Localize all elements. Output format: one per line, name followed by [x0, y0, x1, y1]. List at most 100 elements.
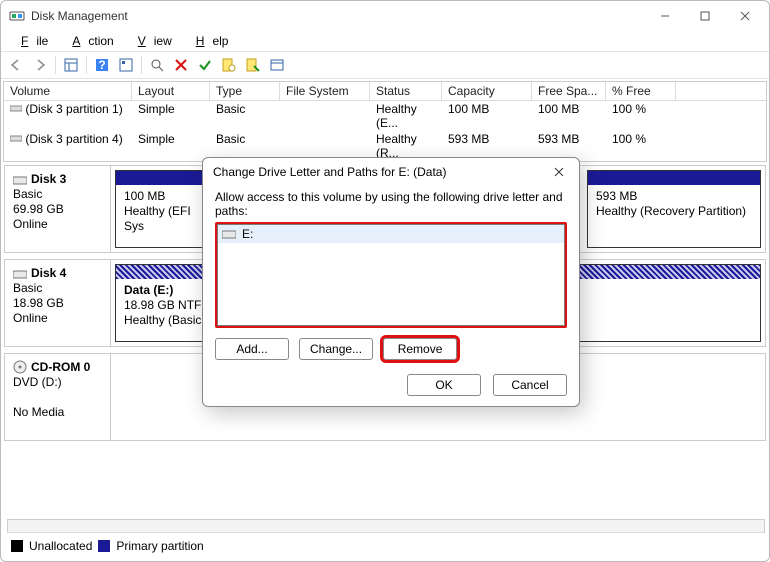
drive-paths-list[interactable]: E:: [215, 222, 567, 328]
disk-size: 18.98 GB: [13, 296, 64, 310]
cell: Simple: [132, 101, 210, 131]
disk-status: No Media: [13, 405, 64, 419]
cell: 100 MB: [532, 101, 606, 131]
toolbar-sep: [55, 56, 56, 74]
disk-icon: [13, 174, 27, 186]
toolbar-sep: [141, 56, 142, 74]
cell: (Disk 3 partition 1): [25, 102, 122, 116]
close-button[interactable]: [725, 2, 765, 30]
views-button[interactable]: [60, 54, 82, 76]
maximize-button[interactable]: [685, 2, 725, 30]
disk-type: Basic: [13, 281, 42, 295]
disk-info[interactable]: CD-ROM 0 DVD (D:) No Media: [5, 354, 111, 440]
cell: 100 %: [606, 101, 676, 131]
menu-action[interactable]: Action: [56, 33, 121, 49]
col-pctfree[interactable]: % Free: [606, 82, 676, 100]
disk-status: Online: [13, 217, 48, 231]
legend: Unallocated Primary partition: [7, 532, 763, 555]
app-icon: [9, 8, 25, 24]
svg-text:?: ?: [98, 58, 105, 72]
cell: Simple: [132, 131, 210, 161]
legend-label: Primary partition: [116, 539, 203, 553]
partition-size: 18.98 GB NTFS: [124, 298, 209, 312]
disk-name: Disk 3: [31, 172, 66, 186]
back-button[interactable]: [5, 54, 27, 76]
cancel-button[interactable]: Cancel: [493, 374, 567, 396]
cell: Basic: [210, 101, 280, 131]
label: Change...: [310, 342, 362, 356]
label: Remove: [398, 342, 443, 356]
col-type[interactable]: Type: [210, 82, 280, 100]
window-list-icon[interactable]: [266, 54, 288, 76]
change-drive-letter-dialog: Change Drive Letter and Paths for E: (Da…: [202, 157, 580, 407]
check-icon[interactable]: [194, 54, 216, 76]
col-volume[interactable]: Volume: [4, 82, 132, 100]
search-icon[interactable]: [146, 54, 168, 76]
drive-icon: [222, 228, 236, 240]
partition[interactable]: 593 MB Healthy (Recovery Partition): [587, 170, 761, 248]
change-button[interactable]: Change...: [299, 338, 373, 360]
partition-header: [116, 171, 204, 185]
cell: [280, 101, 370, 131]
menu-file[interactable]: File: [5, 33, 56, 49]
partition-status: Healthy (Recovery Partition): [596, 204, 746, 218]
titlebar: Disk Management: [1, 1, 769, 31]
col-capacity[interactable]: Capacity: [442, 82, 532, 100]
disc-icon: [13, 360, 27, 374]
cell: 100 %: [606, 131, 676, 161]
label: Add...: [236, 342, 267, 356]
disk-info[interactable]: Disk 4 Basic 18.98 GB Online: [5, 260, 111, 346]
list-item[interactable]: E:: [218, 225, 564, 243]
remove-button[interactable]: Remove: [383, 338, 457, 360]
dialog-close-button[interactable]: [545, 160, 573, 184]
partition[interactable]: 100 MB Healthy (EFI Sys: [115, 170, 205, 248]
delete-icon[interactable]: [170, 54, 192, 76]
cell: 100 MB: [442, 101, 532, 131]
partition-status: Healthy (Basic D: [124, 313, 213, 327]
partition-status: Healthy (EFI Sys: [124, 204, 191, 233]
forward-button[interactable]: [29, 54, 51, 76]
table-row[interactable]: (Disk 3 partition 1) Simple Basic Health…: [4, 101, 766, 131]
partition-header: [588, 171, 760, 185]
col-layout[interactable]: Layout: [132, 82, 210, 100]
drive-letter-label: E:: [242, 227, 253, 241]
disk-size: 69.98 GB: [13, 202, 64, 216]
volume-icon: [10, 133, 22, 143]
disk-icon: [13, 268, 27, 280]
ok-button[interactable]: OK: [407, 374, 481, 396]
legend-swatch-unallocated: [11, 540, 23, 552]
menu-help[interactable]: Help: [180, 33, 237, 49]
minimize-button[interactable]: [645, 2, 685, 30]
properties-icon[interactable]: [218, 54, 240, 76]
col-filesystem[interactable]: File System: [280, 82, 370, 100]
disk-sub: DVD (D:): [13, 375, 62, 389]
menubar: File Action View Help: [1, 31, 769, 51]
disk-info[interactable]: Disk 3 Basic 69.98 GB Online: [5, 166, 111, 252]
disk-name: Disk 4: [31, 266, 66, 280]
dialog-titlebar: Change Drive Letter and Paths for E: (Da…: [203, 158, 579, 186]
dialog-subtitle: Allow access to this volume by using the…: [215, 190, 567, 218]
cell: Healthy (E...: [370, 101, 442, 131]
toolbar-sep: [86, 56, 87, 74]
volumes-table: Volume Layout Type File System Status Ca…: [3, 81, 767, 162]
disk-type: Basic: [13, 187, 42, 201]
partition-label: Data (E:): [124, 283, 173, 297]
help-icon[interactable]: ?: [91, 54, 113, 76]
partition-size: 593 MB: [596, 189, 637, 203]
horizontal-scrollbar[interactable]: [7, 519, 765, 533]
legend-label: Unallocated: [29, 539, 92, 553]
col-free[interactable]: Free Spa...: [532, 82, 606, 100]
label: OK: [435, 378, 452, 392]
cell: (Disk 3 partition 4): [25, 132, 122, 146]
disk-name: CD-ROM 0: [31, 360, 90, 374]
legend-swatch-primary: [98, 540, 110, 552]
partition-size: 100 MB: [124, 189, 165, 203]
menu-view[interactable]: View: [122, 33, 180, 49]
add-button[interactable]: Add...: [215, 338, 289, 360]
settings-view-icon[interactable]: [115, 54, 137, 76]
properties2-icon[interactable]: [242, 54, 264, 76]
toolbar: ?: [1, 51, 769, 79]
window-title: Disk Management: [31, 9, 645, 23]
label: Cancel: [511, 378, 548, 392]
col-status[interactable]: Status: [370, 82, 442, 100]
